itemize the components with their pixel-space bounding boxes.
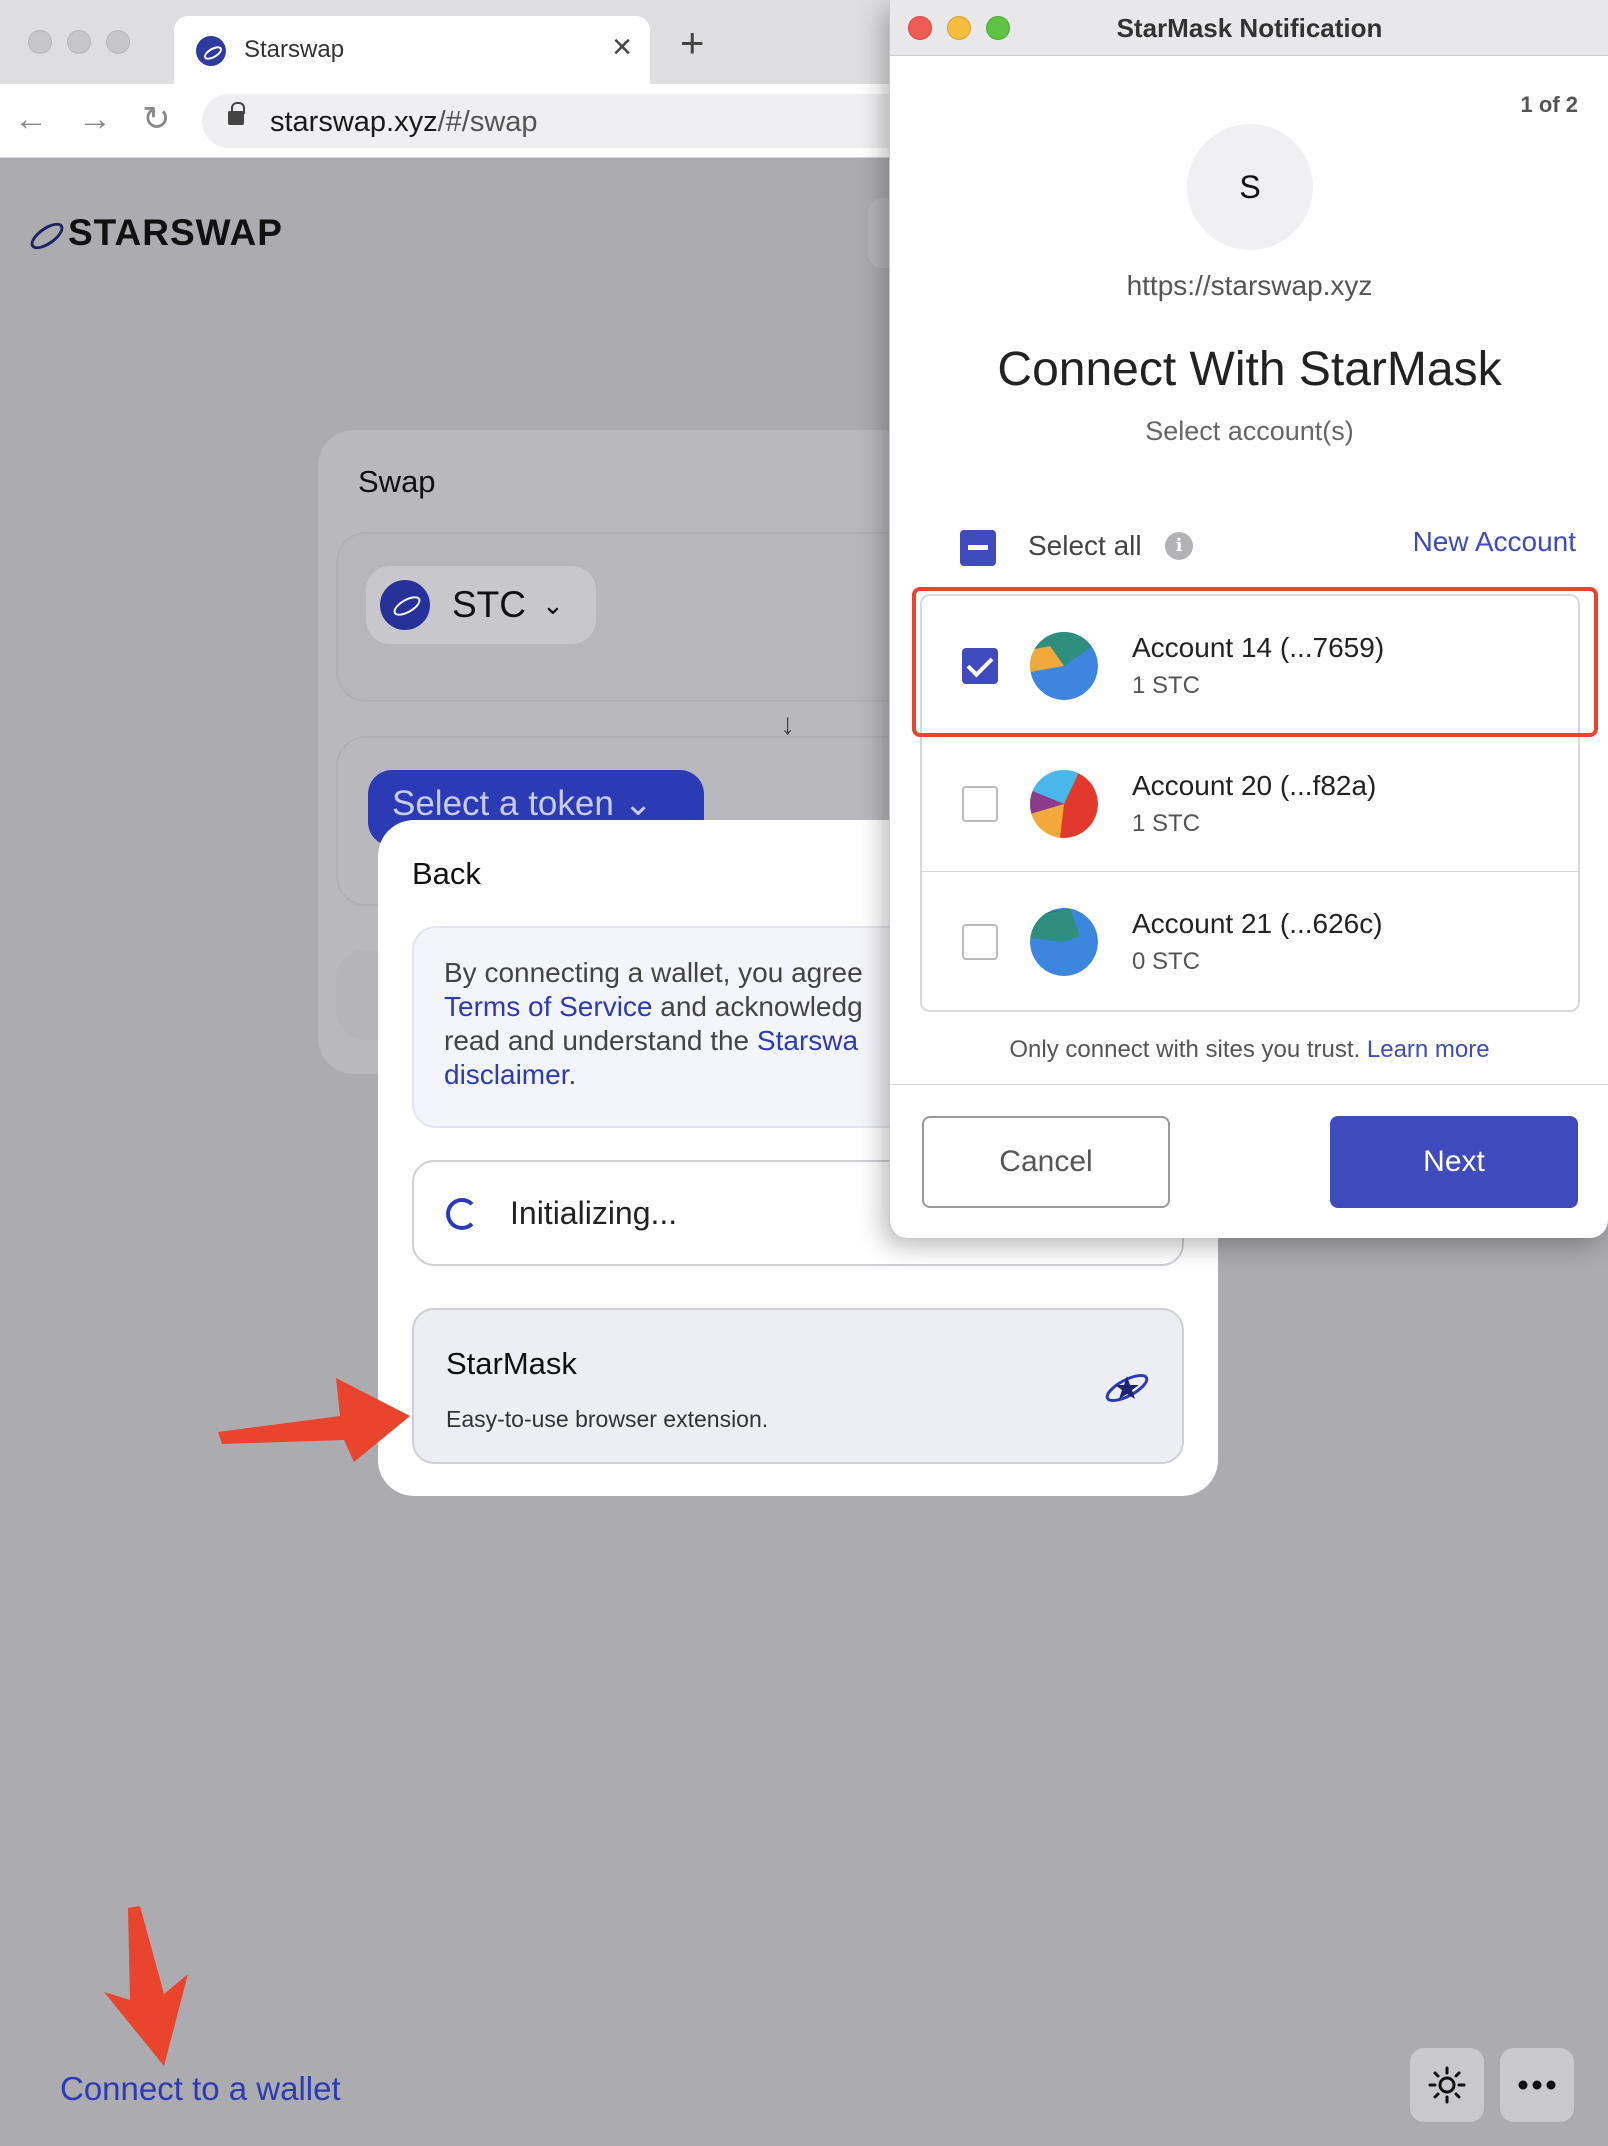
- chevron-down-icon: ⌄: [542, 589, 564, 620]
- swap-label: Swap: [358, 464, 436, 499]
- forward-arrow-icon[interactable]: →: [78, 102, 112, 136]
- window-zoom-dot[interactable]: [106, 30, 130, 54]
- highlight-box-account-14: [912, 587, 1598, 737]
- arrow-to-connect-icon: [104, 1906, 188, 2066]
- account-checkbox[interactable]: [962, 924, 998, 960]
- reload-icon[interactable]: ↻: [142, 102, 171, 136]
- lock-icon: [228, 102, 245, 125]
- disclaimer-link[interactable]: disclaimer: [444, 1059, 568, 1090]
- account-row[interactable]: Account 21 (...626c) 0 STC: [922, 872, 1578, 1010]
- more-dots-icon: [1518, 2080, 1556, 2090]
- select-all-checkbox[interactable]: [960, 530, 996, 566]
- new-account-link[interactable]: New Account: [1413, 526, 1576, 558]
- stc-token-icon: [380, 580, 430, 630]
- next-button[interactable]: Next: [1330, 1116, 1578, 1208]
- connect-wallet-link[interactable]: Connect to a wallet: [60, 2070, 341, 2108]
- starswap-logo[interactable]: STARSWAP: [24, 212, 283, 254]
- starmask-logo-icon: [1105, 1373, 1149, 1403]
- learn-more-link[interactable]: Learn more: [1367, 1036, 1490, 1063]
- trust-notice: Only connect with sites you trust. Learn…: [1009, 1036, 1490, 1063]
- window-close-dot[interactable]: [28, 30, 52, 54]
- starswap-logo-icon: [24, 219, 64, 247]
- loading-spinner-icon: [446, 1198, 478, 1230]
- popup-divider: [890, 1084, 1608, 1085]
- token-selector-stc[interactable]: STC ⌄: [366, 566, 596, 644]
- back-arrow-icon[interactable]: ←: [14, 102, 48, 136]
- starmask-option-desc: Easy-to-use browser extension.: [446, 1406, 769, 1432]
- tab-title: Starswap: [244, 36, 345, 63]
- account-checkbox[interactable]: [962, 786, 998, 822]
- popup-subheading: Select account(s): [1145, 416, 1354, 446]
- url-text: starswap.xyz/#/swap: [270, 106, 538, 138]
- terms-of-service-link[interactable]: Terms of Service: [444, 991, 653, 1022]
- starmask-option[interactable]: StarMask Easy-to-use browser extension.: [412, 1308, 1184, 1464]
- address-bar[interactable]: starswap.xyz/#/swap: [202, 94, 962, 148]
- account-avatar-icon: [1030, 770, 1098, 838]
- starmask-option-name: StarMask: [446, 1346, 577, 1381]
- browser-tab-starswap[interactable]: Starswap ×: [174, 16, 650, 84]
- site-avatar: S: [1187, 124, 1313, 250]
- popup-title: StarMask Notification: [1116, 13, 1383, 43]
- starswap-link[interactable]: Starswa: [757, 1025, 858, 1056]
- popup-heading: Connect With StarMask: [997, 343, 1502, 396]
- account-avatar-icon: [1030, 908, 1098, 976]
- notification-count: 1 of 2: [1520, 92, 1578, 117]
- select-all-label: Select all: [1028, 530, 1142, 561]
- account-row[interactable]: Account 20 (...f82a) 1 STC: [922, 734, 1578, 872]
- tab-close-icon[interactable]: ×: [612, 30, 632, 64]
- info-icon[interactable]: i: [1165, 532, 1193, 560]
- starswap-favicon-icon: [196, 36, 226, 66]
- new-tab-button[interactable]: +: [680, 22, 705, 64]
- cancel-button[interactable]: Cancel: [922, 1116, 1170, 1208]
- sun-icon: [1428, 2066, 1466, 2104]
- more-options-button[interactable]: [1500, 2048, 1574, 2122]
- popup-titlebar: StarMask Notification: [890, 0, 1608, 56]
- window-minimize-dot[interactable]: [67, 30, 91, 54]
- theme-toggle-button[interactable]: [1410, 2048, 1484, 2122]
- back-button[interactable]: Back: [412, 856, 481, 892]
- site-origin: https://starswap.xyz: [1126, 270, 1373, 301]
